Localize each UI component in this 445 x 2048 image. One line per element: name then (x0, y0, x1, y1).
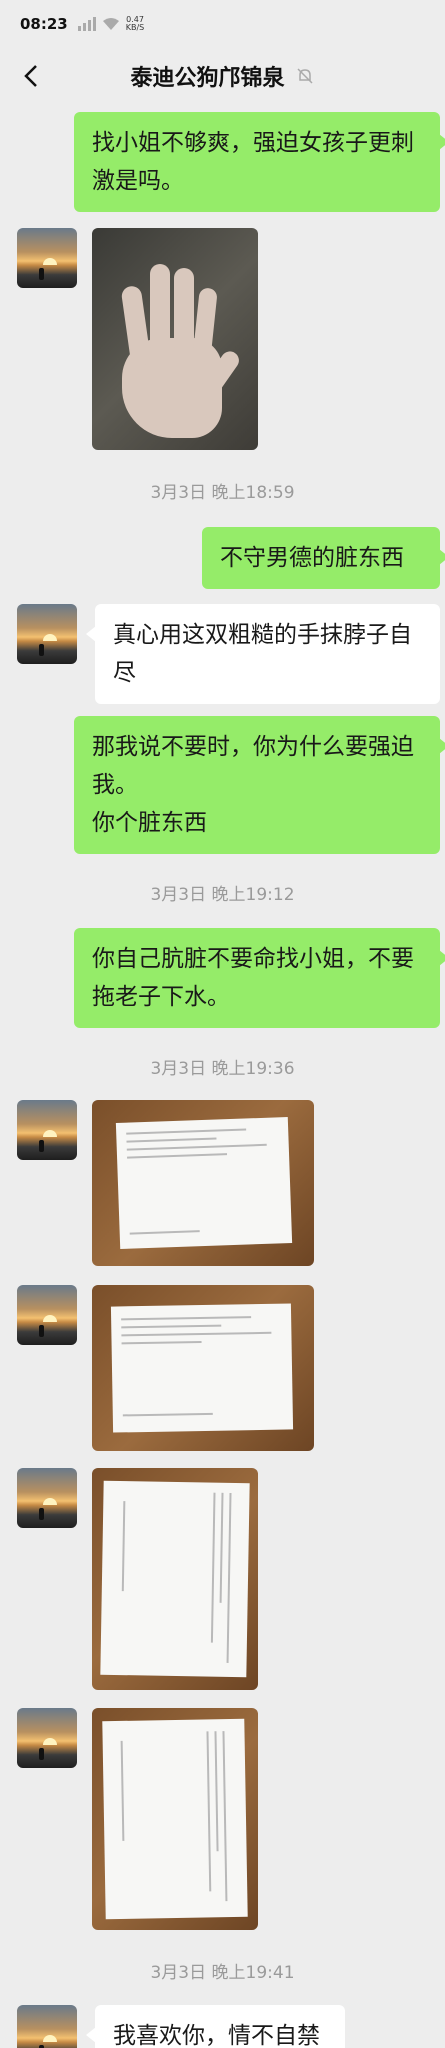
network-speed-unit: KB/S (125, 23, 145, 32)
contact-avatar[interactable] (17, 228, 77, 288)
message-text: 我喜欢你，情不自禁 (113, 2023, 320, 2048)
message-text: 找小姐不够爽，强迫女孩子更刺激是吗。 (92, 130, 414, 194)
chat-header: 泰迪公狗邝锦泉 (0, 48, 445, 104)
message-bubble-incoming[interactable]: 真心用这双粗糙的手抹脖子自尽 (86, 604, 440, 704)
contact-avatar[interactable] (17, 1285, 77, 1345)
contact-avatar[interactable] (17, 2005, 77, 2048)
message-text-line: 你个脏东西 (92, 810, 207, 836)
message-bubble-outgoing[interactable]: 你自己肮脏不要命找小姐，不要拖老子下水。 (74, 928, 445, 1028)
timestamp: 3月3日 晚上19:36 (150, 1059, 295, 1079)
message-bubble-outgoing[interactable]: 不守男德的脏东西 (202, 527, 445, 589)
network-speed: 0.47 KB/S (126, 16, 145, 32)
status-time: 08:23 (20, 15, 68, 33)
contact-avatar[interactable] (17, 604, 77, 664)
chat-title: 泰迪公狗邝锦泉 (130, 66, 285, 91)
contact-avatar[interactable] (17, 1468, 77, 1528)
chevron-left-icon[interactable] (18, 62, 46, 90)
wifi-icon (102, 18, 119, 30)
document-photo[interactable] (92, 1285, 314, 1451)
message-text-line: 那我说不要时，你为什么要强迫我。 (92, 734, 414, 798)
contact-avatar[interactable] (17, 1708, 77, 1768)
message-bubble-outgoing[interactable]: 找小姐不够爽，强迫女孩子更刺激是吗。 (74, 112, 445, 212)
status-icons: 0.47 KB/S (77, 16, 145, 32)
message-bubble-incoming[interactable]: 我喜欢你，情不自禁 (86, 2005, 345, 2048)
message-bubble-outgoing[interactable]: 那我说不要时，你为什么要强迫我。 你个脏东西 (74, 716, 445, 854)
bell-muted-icon (296, 68, 313, 84)
message-text: 你自己肮脏不要命找小姐，不要拖老子下水。 (92, 946, 414, 1010)
document-photo[interactable] (92, 1708, 258, 1930)
signal-icon (77, 17, 96, 31)
document-photo[interactable] (92, 1468, 258, 1690)
contact-avatar[interactable] (17, 1100, 77, 1160)
status-bar: 08:23 0.47 KB/S (0, 0, 445, 48)
message-text: 真心用这双粗糙的手抹脖子自尽 (113, 622, 412, 686)
timestamp: 3月3日 晚上18:59 (150, 483, 295, 503)
hand-photo[interactable] (92, 228, 258, 450)
document-photo[interactable] (92, 1100, 314, 1266)
timestamp: 3月3日 晚上19:41 (150, 1963, 295, 1983)
message-text: 不守男德的脏东西 (220, 545, 404, 571)
timestamp: 3月3日 晚上19:12 (150, 885, 295, 905)
